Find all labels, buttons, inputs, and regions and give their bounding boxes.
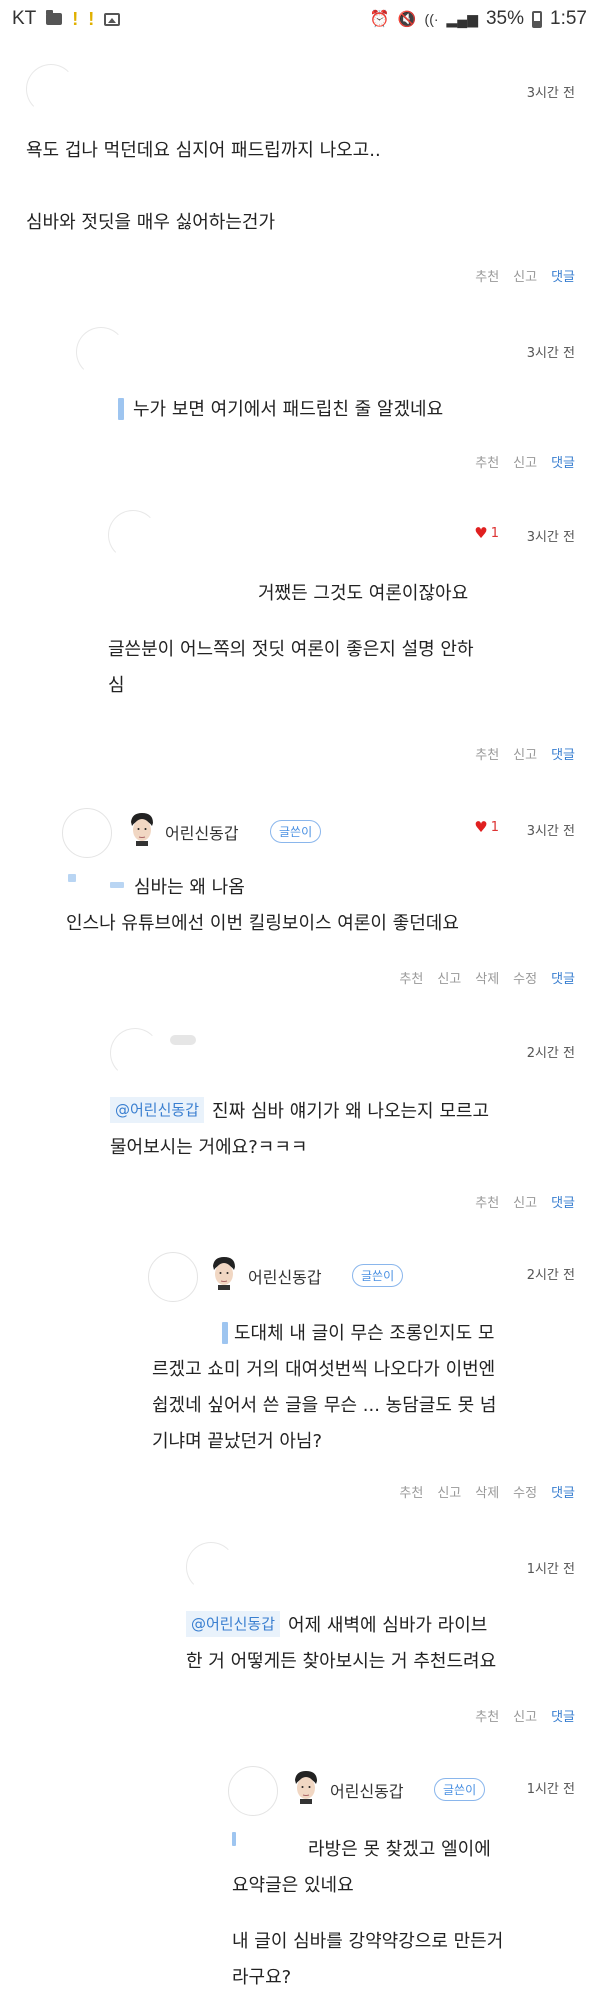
wifi-icon: ((· (424, 11, 439, 27)
avatar[interactable] (62, 808, 112, 858)
comment-time: 3시간 전 (526, 530, 575, 545)
avatar[interactable] (228, 1766, 278, 1816)
mute-icon: 🔇 (397, 11, 417, 28)
report-button[interactable]: 신고 (437, 1482, 461, 1501)
warning-icon-2: ! (88, 8, 95, 29)
reply-button[interactable]: 댓글 (551, 1706, 575, 1725)
nickname-blur (170, 1035, 196, 1045)
comment-time: 3시간 전 (526, 346, 575, 361)
author-face-icon (295, 1771, 317, 1804)
image-icon (104, 12, 121, 26)
comment-text: 욕도 겁나 먹던데요 심지어 패드립까지 나오고.. 심바와 젓딧을 매우 싫어… (26, 140, 381, 233)
comment-text: @어린신동갑 진짜 심바 얘기가 왜 나오는지 모르고 물어보시는 거에요?ㅋㅋㅋ (110, 1094, 489, 1166)
writer-badge: 글쓴이 (352, 1264, 404, 1287)
comment-text: 심바는 왜 나옴 인스나 유튜브에선 이번 킬링보이스 여론이 좋던데요 (66, 877, 459, 934)
battery-percent: 35% (485, 8, 525, 29)
comment-actions: 추천 신고 댓글 (475, 744, 575, 763)
comment-actions: 추천 신고 댓글 (475, 266, 575, 285)
recommend-button[interactable]: 추천 (399, 968, 423, 987)
signal-icon: ▂▄▆ (446, 10, 478, 27)
author-nickname[interactable]: 어린신동갑 (248, 1264, 322, 1288)
avatar[interactable] (26, 64, 76, 114)
comment-actions: 추천 신고 댓글 (475, 1706, 575, 1725)
comment-time: 2시간 전 (526, 1046, 575, 1061)
battery-icon (532, 10, 543, 28)
reply-button[interactable]: 댓글 (551, 1192, 575, 1211)
alarm-icon: ⏰ (369, 11, 390, 28)
status-bar: KT ! ! ⏰ 🔇 ((· ▂▄▆ 35% 1:57 (0, 0, 599, 38)
avatar[interactable] (76, 327, 126, 377)
recommend-button[interactable]: 추천 (475, 744, 499, 763)
report-button[interactable]: 신고 (513, 266, 537, 285)
comment-text: 라방은 못 찾겠고 엘이에 요약글은 있네요 내 글이 심바를 강약약강으로 만… (232, 1839, 504, 1988)
comment-actions: 추천 신고 댓글 (475, 1192, 575, 1211)
mention-tag[interactable]: @어린신동갑 (110, 1097, 205, 1123)
recommend-button[interactable]: 추천 (475, 452, 499, 471)
writer-badge: 글쓴이 (434, 1778, 486, 1801)
clock: 1:57 (550, 8, 587, 29)
mention-blur (118, 398, 124, 420)
comment-actions: 추천 신고 댓글 (475, 452, 575, 471)
report-button[interactable]: 신고 (513, 1192, 537, 1211)
avatar[interactable] (110, 1028, 160, 1078)
writer-badge: 글쓴이 (270, 820, 322, 843)
reply-button[interactable]: 댓글 (551, 744, 575, 763)
heart-icon[interactable]: ♥ (474, 526, 487, 541)
recommend-button[interactable]: 추천 (475, 1706, 499, 1725)
reply-button[interactable]: 댓글 (551, 968, 575, 987)
author-nickname[interactable]: 어린신동갑 (165, 820, 239, 844)
comment-time: 1시간 전 (526, 1562, 575, 1577)
comment-time: 3시간 전 (526, 86, 575, 101)
report-button[interactable]: 신고 (437, 968, 461, 987)
author-face-icon (131, 813, 153, 846)
recommend-button[interactable]: 추천 (399, 1482, 423, 1501)
avatar[interactable] (108, 510, 158, 560)
report-button[interactable]: 신고 (513, 1706, 537, 1725)
comment-actions: 추천 신고 삭제 수정 댓글 (399, 968, 575, 987)
heart-icon[interactable]: ♥ (474, 820, 487, 835)
reply-button[interactable]: 댓글 (551, 452, 575, 471)
report-button[interactable]: 신고 (513, 744, 537, 763)
comment-actions: 추천 신고 삭제 수정 댓글 (399, 1482, 575, 1501)
avatar[interactable] (148, 1252, 198, 1302)
comment-text: @어린신동갑 어제 새벽에 심바가 라이브 한 거 어떻게든 찾아보시는 거 추천… (186, 1608, 496, 1680)
reply-button[interactable]: 댓글 (551, 266, 575, 285)
avatar[interactable] (186, 1542, 236, 1592)
reply-button[interactable]: 댓글 (551, 1482, 575, 1501)
report-button[interactable]: 신고 (513, 452, 537, 471)
mention-tag[interactable]: @어린신동갑 (186, 1611, 281, 1637)
comment-text: 거쨌든 그것도 여론이잖아요 글쓴분이 어느쪽의 젓딧 여론이 좋은지 설명 안… (108, 583, 474, 696)
delete-button[interactable]: 삭제 (475, 1482, 499, 1501)
delete-button[interactable]: 삭제 (475, 968, 499, 987)
comment-text: 도대체 내 글이 무슨 조롱인지도 모 르겠고 쇼미 거의 대여섯번씩 나오다가… (152, 1323, 497, 1452)
warning-icon: ! (72, 8, 79, 29)
comment-time: 1시간 전 (526, 1782, 575, 1797)
recommend-button[interactable]: 추천 (475, 266, 499, 285)
comment-time: 2시간 전 (526, 1268, 575, 1283)
comment-time: 3시간 전 (526, 824, 575, 839)
comment-text: 누가 보면 여기에서 패드립친 줄 알겠네요 (133, 399, 444, 420)
recommend-button[interactable]: 추천 (475, 1192, 499, 1211)
like-count: ♥ 1 (474, 818, 499, 836)
like-count: ♥ 1 (474, 524, 499, 542)
author-nickname[interactable]: 어린신동갑 (330, 1778, 404, 1802)
author-face-icon (213, 1257, 235, 1290)
folder-icon (46, 10, 63, 25)
edit-button[interactable]: 수정 (513, 1482, 537, 1501)
carrier-label: KT (12, 8, 37, 29)
edit-button[interactable]: 수정 (513, 968, 537, 987)
